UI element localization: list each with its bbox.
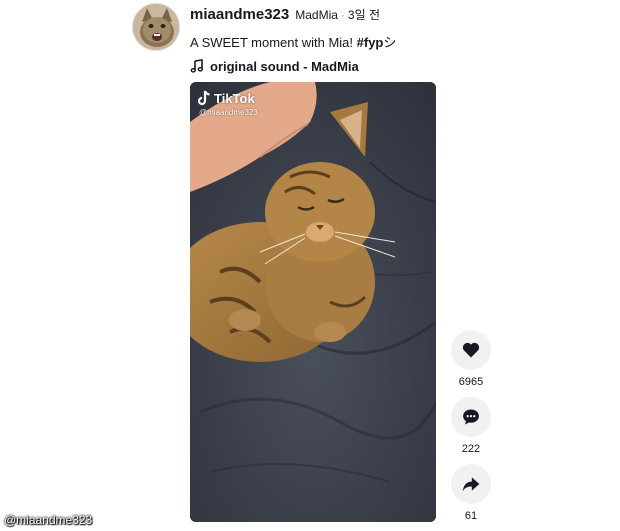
video-player[interactable]: TikTok @miaandme323 <box>190 82 436 522</box>
post-header: miaandme323 MadMia · 3일 전 A SWEET moment… <box>190 6 610 75</box>
comment-action: 222 <box>450 397 492 455</box>
separator: · <box>340 8 345 22</box>
comment-count: 222 <box>461 443 481 455</box>
like-count: 6965 <box>458 376 484 388</box>
watermark-handle: @miaandme323 <box>199 108 258 117</box>
like-button[interactable] <box>451 330 491 370</box>
tiktok-brand-text: TikTok <box>214 90 255 106</box>
tiktok-watermark: TikTok @miaandme323 <box>197 90 258 117</box>
music-note-icon <box>190 59 204 73</box>
username[interactable]: miaandme323 <box>190 6 289 23</box>
tiktok-logo-icon <box>197 90 210 106</box>
share-button[interactable] <box>451 464 491 504</box>
nickname[interactable]: MadMia <box>295 8 338 22</box>
caption-text: A SWEET moment with Mia! <box>190 35 357 50</box>
like-action: 6965 <box>450 330 492 388</box>
hashtag-suffix: シ <box>383 35 397 50</box>
author-row: miaandme323 MadMia · 3일 전 <box>190 6 610 26</box>
comment-icon <box>463 409 479 425</box>
share-action: 61 <box>450 464 492 522</box>
share-icon <box>462 477 480 492</box>
share-count: 61 <box>464 510 478 522</box>
tiktok-brand: TikTok <box>197 90 258 106</box>
video-frame-image <box>190 82 436 522</box>
comment-button[interactable] <box>451 397 491 437</box>
music-link[interactable]: original sound - MadMia <box>190 57 610 75</box>
avatar[interactable] <box>132 3 180 51</box>
music-title: original sound - MadMia <box>210 58 359 74</box>
image-credit: @miaandme323 <box>4 513 93 527</box>
post-date: 3일 전 <box>347 8 381 22</box>
cat-avatar-image <box>133 4 179 50</box>
post-caption: A SWEET moment with Mia! #fypシ <box>190 32 610 50</box>
hashtag-link[interactable]: #fyp <box>357 35 384 50</box>
heart-icon <box>462 342 480 358</box>
